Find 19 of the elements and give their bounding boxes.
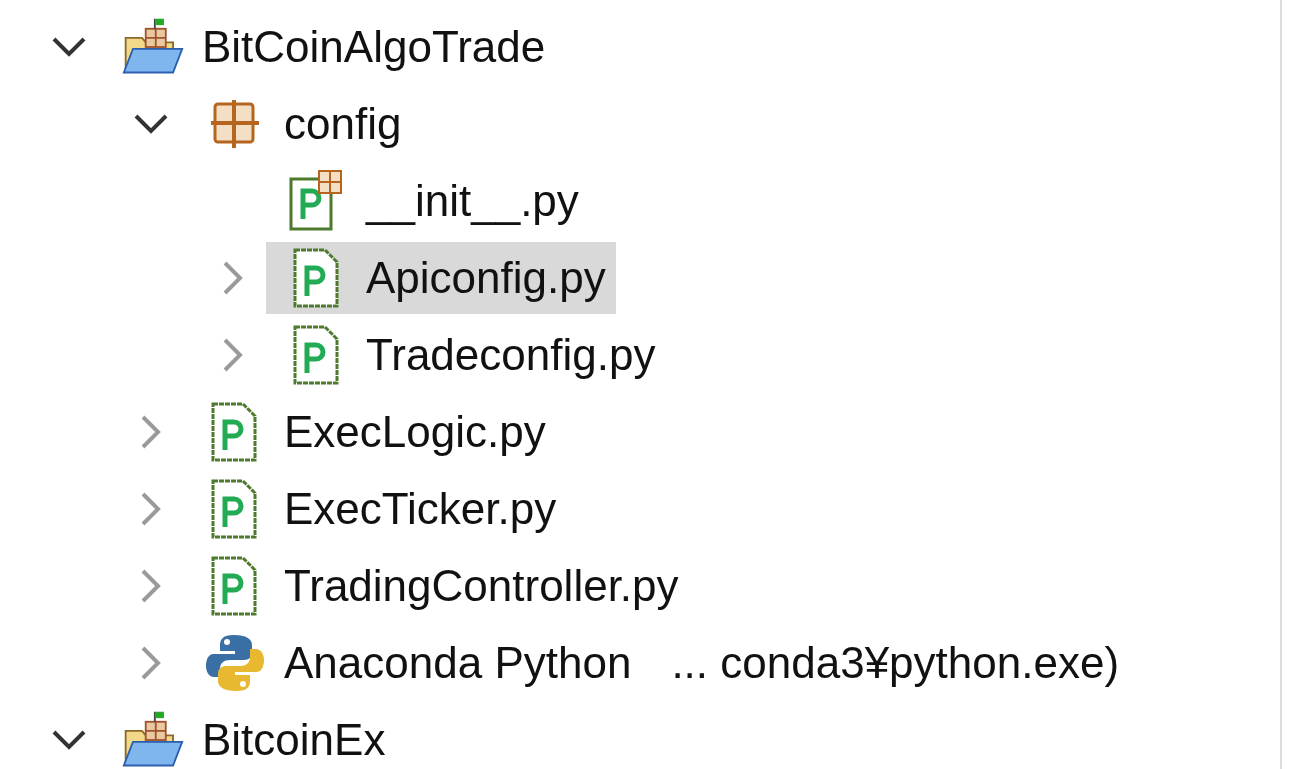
tree-item[interactable]: BitCoinAlgoTrade	[102, 10, 556, 83]
chevron-right-icon[interactable]	[140, 490, 162, 527]
tree-item[interactable]: TradingController.py	[184, 549, 689, 622]
chevron-right-icon[interactable]	[140, 567, 162, 604]
tree-item[interactable]: BitcoinEx	[102, 703, 396, 769]
tree-item[interactable]: Apiconfig.py	[266, 241, 616, 314]
chevron-right-icon[interactable]	[140, 644, 162, 681]
tree-item[interactable]: __init__.py	[266, 164, 589, 237]
tree-item[interactable]: Anaconda Python ... conda3¥python.exe)	[184, 626, 1130, 699]
chevron-right-icon[interactable]	[140, 413, 162, 450]
tree-item[interactable]: ExecTicker.py	[184, 472, 567, 545]
tree-item[interactable]: Tradeconfig.py	[266, 318, 666, 391]
chevron-down-icon[interactable]	[51, 728, 87, 751]
tree-item[interactable]: config	[184, 87, 412, 160]
chevron-down-icon[interactable]	[51, 35, 87, 58]
chevron-right-icon[interactable]	[222, 336, 244, 373]
chevron-right-icon[interactable]	[222, 259, 244, 296]
chevron-down-icon[interactable]	[133, 112, 169, 135]
tree-item[interactable]: ExecLogic.py	[184, 395, 556, 468]
